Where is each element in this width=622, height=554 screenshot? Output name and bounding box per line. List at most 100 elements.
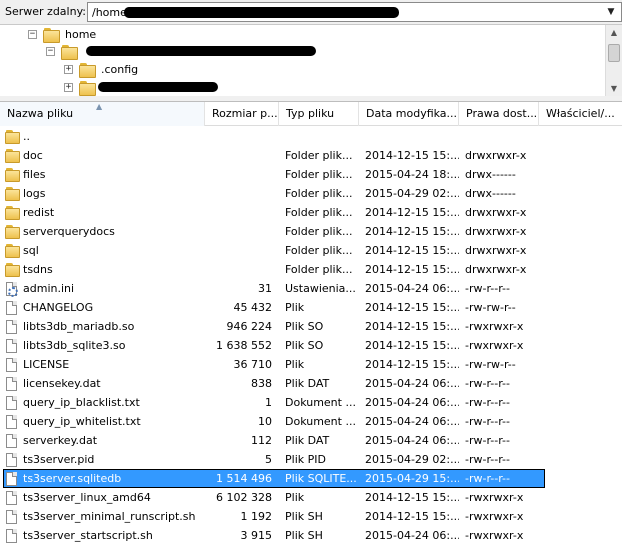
file-modified-date: 2015-04-24 18:...: [365, 168, 459, 181]
file-modified-date: 2015-04-24 06:...: [365, 415, 459, 428]
column-header-type[interactable]: Typ pliku: [279, 102, 359, 126]
folder-icon: [5, 206, 20, 220]
file-modified-date: 2015-04-29 02:...: [365, 453, 459, 466]
file-permissions: -rwxrwxr-x: [465, 510, 524, 523]
file-permissions: -rw-r--r--: [465, 396, 510, 409]
settings-file-icon: [5, 282, 19, 297]
column-header-label: Data modyfika...: [366, 107, 458, 120]
column-header-date[interactable]: Data modyfika...: [359, 102, 459, 126]
tree-item-label: .config: [101, 62, 139, 76]
file-permissions: drwxrwxr-x: [465, 206, 527, 219]
file-size: 1 514 496: [216, 472, 272, 485]
file-row[interactable]: ts3server_minimal_runscript.sh 1 192 Plik …: [0, 507, 622, 526]
tree-item-home[interactable]: − home: [28, 25, 96, 43]
folder-icon: [5, 149, 20, 163]
file-row[interactable]: files Folder plik... 2015-04-24 18:... drwx…: [0, 165, 622, 184]
file-row[interactable]: licensekey.dat 838 Plik DAT 2015-04-24 06:.…: [0, 374, 622, 393]
file-name: libts3db_sqlite3.so: [23, 339, 126, 352]
file-size: 45 432: [233, 301, 273, 314]
file-type: Folder plik...: [285, 168, 353, 181]
file-type: Plik DAT: [285, 377, 330, 390]
tree-item-hidden[interactable]: +: [64, 78, 101, 96]
file-size: [204, 127, 272, 146]
column-header-name[interactable]: ▲ Nazwa pliku: [0, 102, 205, 126]
remote-directory-tree: − home − + .config + ▲ ▼: [0, 24, 622, 96]
file-list[interactable]: .. doc Folder plik... 2014-12-15 15:... drwx…: [0, 127, 622, 554]
scroll-up-icon[interactable]: ▲: [606, 25, 622, 41]
file-permissions: -rw-r--r--: [465, 282, 510, 295]
file-size: 36 710: [233, 358, 273, 371]
file-type: Ustawienia...: [285, 282, 356, 295]
file-name: files: [23, 168, 46, 181]
file-row[interactable]: admin.ini 31 Ustawienia... 2015-04-24 06:..…: [0, 279, 622, 298]
file-modified-date: 2014-12-15 15:...: [365, 339, 459, 352]
column-header-size[interactable]: Rozmiar p...: [205, 102, 279, 126]
column-header-permissions[interactable]: Prawa dost...: [459, 102, 539, 126]
file-permissions: drwxrwxr-x: [465, 225, 527, 238]
folder-icon: [5, 130, 20, 144]
file-name: ts3server.sqlitedb: [23, 472, 122, 485]
file-row[interactable]: serverquerydocs Folder plik... 2014-12-15 …: [0, 222, 622, 241]
file-size: [204, 146, 272, 165]
tree-item-config[interactable]: + .config: [64, 60, 138, 78]
file-name: query_ip_whitelist.txt: [23, 415, 141, 428]
file-row[interactable]: CHANGELOG 45 432 Plik 2014-12-15 15:... -rw-…: [0, 298, 622, 317]
folder-icon: [43, 27, 60, 43]
file-size: 112: [251, 434, 272, 447]
folder-icon: [5, 263, 20, 277]
file-row[interactable]: serverkey.dat 112 Plik DAT 2015-04-24 06:..…: [0, 431, 622, 450]
file-modified-date: 2015-04-29 15:...: [365, 472, 459, 485]
file-name: logs: [23, 187, 46, 200]
file-name: tsdns: [23, 263, 53, 276]
tree-item-label: home: [65, 27, 97, 41]
column-header-owner[interactable]: Właściciel/...: [539, 102, 622, 126]
file-row[interactable]: libts3db_mariadb.so 946 224 Plik SO 2014-12…: [0, 317, 622, 336]
file-row[interactable]: libts3db_sqlite3.so 1 638 552 Plik SO 2014-…: [0, 336, 622, 355]
file-row[interactable]: query_ip_blacklist.txt 1 Dokument ... 2015-…: [0, 393, 622, 412]
column-header-label: Typ pliku: [286, 107, 335, 120]
file-row[interactable]: ..: [0, 127, 622, 146]
remote-site-label: Serwer zdalny:: [5, 5, 86, 18]
file-row[interactable]: ts3server_startscript.sh 3 915 Plik SH 2015…: [0, 526, 622, 545]
file-row[interactable]: redist Folder plik... 2014-12-15 15:... drw…: [0, 203, 622, 222]
file-row[interactable]: ts3server_linux_amd64 6 102 328 Plik 2014-1…: [0, 488, 622, 507]
file-size: [204, 203, 272, 222]
file-type: Plik SQLITE...: [285, 472, 357, 485]
chevron-down-icon[interactable]: ▼: [604, 4, 618, 20]
file-icon: [5, 301, 19, 315]
file-size: 838: [251, 377, 272, 390]
file-type: Folder plik...: [285, 244, 353, 257]
file-icon: [5, 510, 19, 524]
file-type: Plik SO: [285, 339, 324, 352]
file-type: [285, 127, 359, 146]
scrollbar-thumb[interactable]: [608, 44, 620, 62]
collapse-icon[interactable]: −: [28, 29, 37, 39]
file-type: Plik: [285, 301, 305, 314]
file-row[interactable]: query_ip_whitelist.txt 10 Dokument ... 2015…: [0, 412, 622, 431]
file-modified-date: 2014-12-15 15:...: [365, 149, 459, 162]
tree-scrollbar[interactable]: ▲ ▼: [605, 25, 622, 96]
file-permissions: -rw-r--r--: [465, 377, 510, 390]
file-row[interactable]: ts3server.pid 5 Plik PID 2015-04-29 02:... -…: [0, 450, 622, 469]
scroll-down-icon[interactable]: ▼: [606, 81, 622, 96]
file-name: ts3server_minimal_runscript.sh: [23, 510, 196, 523]
file-type: Plik: [285, 491, 305, 504]
file-row[interactable]: tsdns Folder plik... 2014-12-15 15:... drwx…: [0, 260, 622, 279]
file-row[interactable]: LICENSE 36 710 Plik 2014-12-15 15:... -rw-rw…: [0, 355, 622, 374]
expand-icon[interactable]: +: [64, 64, 73, 74]
file-name: licensekey.dat: [23, 377, 101, 390]
file-name: ts3server.pid: [23, 453, 95, 466]
file-row[interactable]: sql Folder plik... 2014-12-15 15:... drwxrw…: [0, 241, 622, 260]
file-name: query_ip_blacklist.txt: [23, 396, 140, 409]
collapse-icon[interactable]: −: [46, 46, 55, 56]
file-row[interactable]: doc Folder plik... 2014-12-15 15:... drwxrw…: [0, 146, 622, 165]
tree-item-user-home[interactable]: −: [46, 42, 83, 60]
column-header-label: Rozmiar p...: [212, 107, 278, 120]
remote-path-input[interactable]: /home/ ▼: [87, 2, 622, 22]
file-row[interactable]: logs Folder plik... 2015-04-29 02:... drwx-…: [0, 184, 622, 203]
file-name: CHANGELOG: [23, 301, 94, 314]
selected-file-row[interactable]: ts3server.sqlitedb 1 514 496 Plik SQLITE..…: [0, 469, 622, 488]
folder-icon: [5, 244, 20, 258]
expand-icon[interactable]: +: [64, 82, 73, 92]
file-permissions: -rwxrwxr-x: [465, 339, 524, 352]
